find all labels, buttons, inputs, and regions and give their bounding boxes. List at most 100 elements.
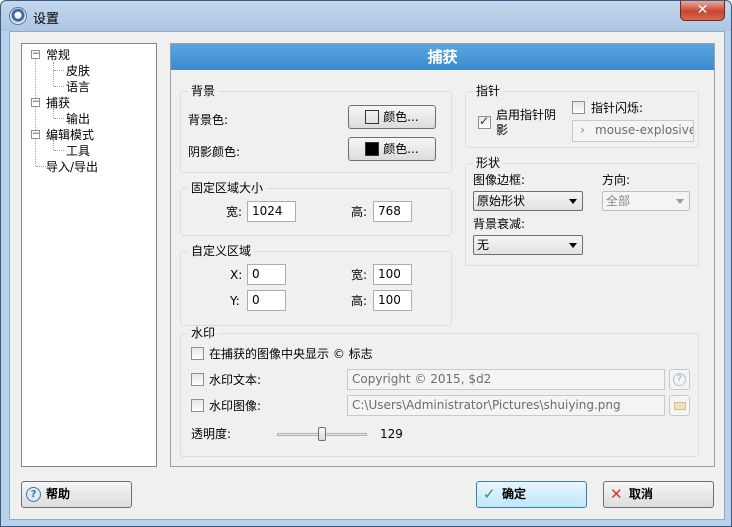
tree-connector [35, 56, 36, 166]
tree-connector [54, 118, 64, 119]
background-fade-label: 背景衰减: [473, 217, 526, 231]
image-border-value: 原始形状 [477, 194, 526, 208]
bg-color-button[interactable]: 颜色... [348, 105, 436, 129]
settings-tree: − 常规 皮肤 语言 − 捕获 输出 − 编辑模式 工具 导入/导出 [21, 43, 157, 467]
close-icon: ✕ [610, 485, 623, 503]
chevron-down-icon [569, 243, 577, 248]
image-border-label: 图像边框: [473, 173, 526, 187]
app-icon [9, 7, 27, 25]
watermark-image-label: 水印图像: [209, 399, 262, 413]
cancel-button-label: 取消 [629, 487, 654, 501]
help-button-label: 帮助 [46, 487, 71, 501]
enable-pointer-shadow-checkbox[interactable] [478, 114, 491, 129]
custom-y-label: Y: [230, 294, 240, 308]
tree-item-tools[interactable]: 工具 [66, 144, 90, 158]
custom-width-label: 宽: [351, 268, 368, 282]
custom-height-label: 高: [351, 294, 368, 308]
tree-connector [54, 70, 64, 71]
custom-height-input[interactable]: 100 [373, 290, 412, 311]
collapse-icon[interactable]: − [31, 50, 40, 59]
fixed-width-input[interactable]: 1024 [247, 201, 296, 222]
chevron-right-icon: › [580, 123, 585, 137]
help-icon: ? [673, 373, 686, 386]
shape-group-label: 形状 [473, 156, 504, 170]
fixed-region-group-label: 固定区域大小 [188, 181, 267, 195]
background-group: 背景 背景色: 颜色... 阴影颜色: 颜色... [180, 84, 452, 173]
custom-region-group: 自定义区域 X: 0 宽: 100 Y: 0 高: 100 [180, 244, 452, 326]
tree-item-capture[interactable]: 捕获 [46, 96, 70, 110]
pointer-blink-label: 指针闪烁: [591, 101, 644, 115]
image-border-select[interactable]: 原始形状 [473, 191, 583, 211]
opacity-label: 透明度: [191, 427, 232, 441]
tree-item-output[interactable]: 输出 [66, 112, 90, 126]
folder-icon [674, 402, 686, 410]
collapse-icon[interactable]: − [31, 130, 40, 139]
settings-window: 设置 ✕ − 常规 皮肤 语言 − 捕获 输出 − 编辑模式 工具 导入/导出 [0, 0, 732, 527]
shadow-color-swatch [365, 142, 380, 156]
shape-group: 形状 图像边框: 原始形状 方向: 全部 背景衰减: 无 [465, 156, 699, 266]
cancel-button[interactable]: ✕ 取消 [603, 481, 714, 508]
title-bar[interactable]: 设置 ✕ [1, 1, 731, 31]
fixed-height-input[interactable]: 768 [373, 201, 412, 222]
cursor-file-field[interactable]: › mouse-explosive.pn [572, 120, 694, 142]
checkmark-icon: ✓ [483, 485, 496, 503]
custom-x-label: X: [230, 268, 243, 282]
fixed-region-group: 固定区域大小 宽: 1024 高: 768 [180, 181, 452, 236]
chevron-down-icon [676, 199, 684, 204]
watermark-text-input[interactable]: Copyright © 2015, $d2 [347, 369, 665, 390]
custom-x-input[interactable]: 0 [247, 264, 286, 285]
tree-connector [54, 86, 64, 87]
custom-width-input[interactable]: 100 [373, 264, 412, 285]
watermark-image-checkbox[interactable] [191, 399, 204, 412]
tree-item-skin[interactable]: 皮肤 [66, 64, 90, 78]
tree-item-general[interactable]: 常规 [46, 48, 70, 62]
direction-label: 方向: [602, 173, 631, 187]
tree-item-import-export[interactable]: 导入/导出 [46, 160, 98, 174]
direction-value: 全部 [606, 194, 631, 208]
watermark-text-label: 水印文本: [209, 373, 262, 387]
custom-region-group-label: 自定义区域 [188, 244, 255, 258]
shadow-color-button[interactable]: 颜色... [348, 137, 436, 161]
watermark-image-browse-button[interactable] [669, 395, 690, 416]
bg-color-swatch [365, 110, 380, 124]
tree-connector [53, 62, 54, 86]
watermark-group: 水印 在捕获的图像中央显示 © 标志 水印文本: Copyright © 201… [180, 326, 699, 457]
background-group-label: 背景 [188, 84, 219, 98]
pointer-group: 指针 启用指针阴影 指针闪烁: › mouse-explosive.pn [465, 84, 699, 148]
fixed-width-label: 宽: [226, 205, 243, 219]
background-fade-value: 无 [477, 238, 490, 252]
help-icon: ? [26, 487, 41, 502]
panel-title: 捕获 [171, 44, 714, 70]
custom-y-input[interactable]: 0 [247, 290, 286, 311]
opacity-slider-thumb[interactable] [318, 427, 326, 441]
bg-color-label: 背景色: [188, 113, 229, 127]
watermark-text-help-button[interactable]: ? [669, 369, 690, 390]
pointer-blink-checkbox[interactable] [572, 101, 585, 114]
close-button[interactable]: ✕ [680, 1, 725, 21]
dialog-client: − 常规 皮肤 语言 − 捕获 输出 − 编辑模式 工具 导入/导出 捕获 背景… [9, 31, 725, 520]
capture-settings-panel: 捕获 背景 背景色: 颜色... 阴影颜色: 颜色... 指针 启用指针阴影 指… [170, 43, 715, 467]
pointer-group-label: 指针 [473, 84, 504, 98]
tree-connector [54, 150, 64, 151]
chevron-down-icon [569, 199, 577, 204]
ok-button[interactable]: ✓ 确定 [476, 481, 587, 508]
window-title: 设置 [33, 12, 60, 27]
watermark-image-input[interactable]: C:\Users\Administrator\Pictures\shuiying… [347, 395, 665, 416]
collapse-icon[interactable]: − [31, 98, 40, 107]
direction-select[interactable]: 全部 [602, 191, 690, 211]
watermark-center-checkbox[interactable] [191, 347, 204, 360]
help-button[interactable]: ? 帮助 [21, 481, 132, 508]
shadow-color-label: 阴影颜色: [188, 145, 241, 159]
fixed-height-label: 高: [351, 205, 368, 219]
shadow-color-button-label: 颜色... [383, 142, 419, 156]
watermark-center-label: 在捕获的图像中央显示 © 标志 [209, 347, 373, 361]
tree-item-language[interactable]: 语言 [66, 80, 90, 94]
tree-item-edit-mode[interactable]: 编辑模式 [46, 128, 94, 142]
bg-color-button-label: 颜色... [383, 110, 419, 124]
opacity-value: 129 [380, 427, 403, 441]
watermark-text-checkbox[interactable] [191, 373, 204, 386]
ok-button-label: 确定 [502, 487, 527, 501]
enable-pointer-shadow-label: 启用指针阴影 [496, 108, 557, 137]
background-fade-select[interactable]: 无 [473, 235, 583, 255]
cursor-file-name: mouse-explosive.pn [595, 123, 693, 137]
